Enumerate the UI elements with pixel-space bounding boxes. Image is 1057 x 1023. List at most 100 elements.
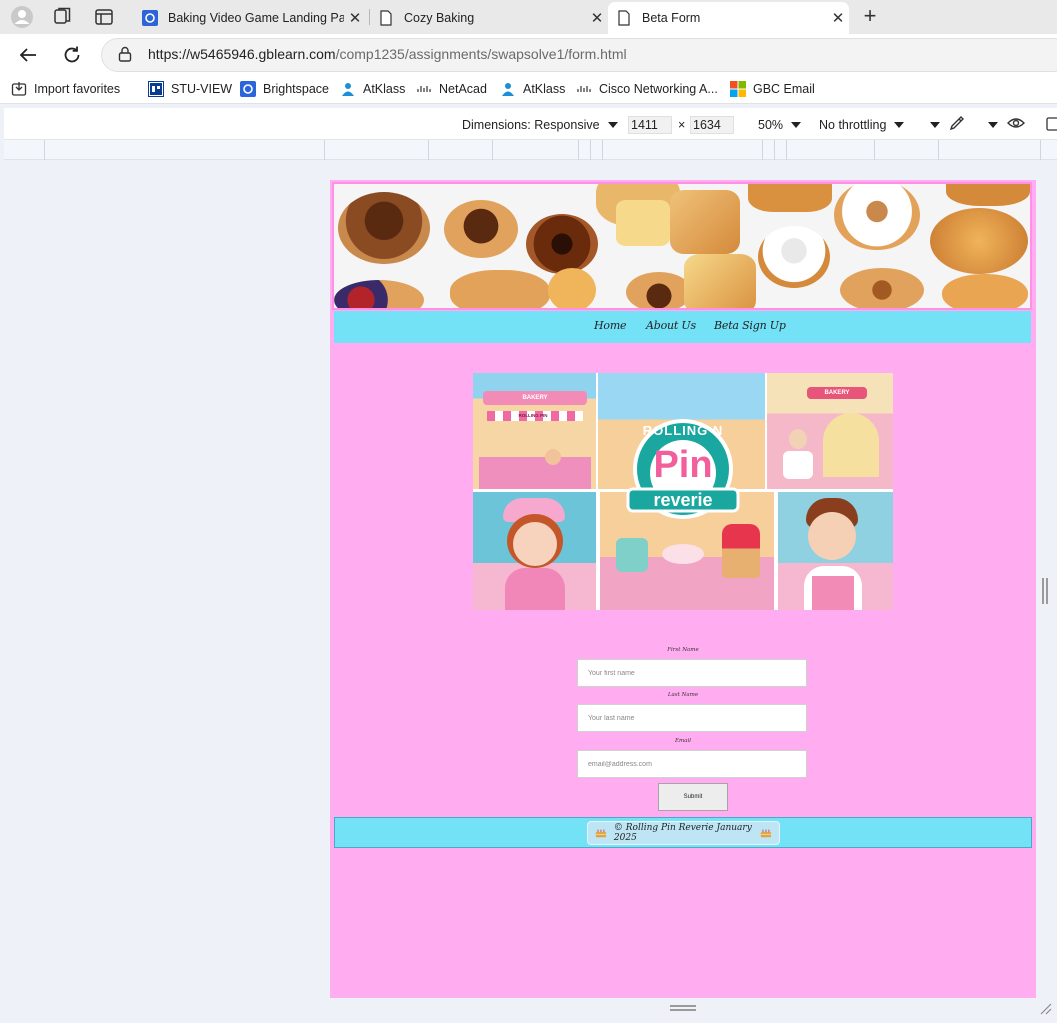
email-label: Email xyxy=(674,738,692,744)
tab-cozy-baking[interactable]: Cozy Baking ✕ xyxy=(370,2,608,34)
url-host: https://w5465946.gblearn.com xyxy=(148,46,336,62)
chevron-down-icon xyxy=(894,122,905,128)
dimensions-label: Dimensions: Responsive xyxy=(462,118,600,132)
dimensions-dropdown[interactable]: Dimensions: Responsive xyxy=(462,118,618,132)
bookmark-label: Brightspace xyxy=(263,82,330,96)
chevron-down-icon xyxy=(988,122,998,128)
vision-dropdown[interactable] xyxy=(980,118,998,132)
nav-about-us[interactable]: About Us xyxy=(646,319,696,332)
nav-beta-sign-up[interactable]: Beta Sign Up xyxy=(714,319,786,332)
bakery-sign: BAKERY xyxy=(807,387,867,399)
url-text[interactable]: https://w5465946.gblearn.com/comp1235/as… xyxy=(148,46,627,62)
sensors-dropdown[interactable] xyxy=(922,118,940,132)
chevron-down-icon xyxy=(930,122,940,128)
gbc-icon xyxy=(148,81,164,97)
zoom-label: 50% xyxy=(758,118,784,132)
device-toolbar: Dimensions: Responsive × 50% No throttli… xyxy=(4,108,1057,140)
throttling-dropdown[interactable]: No throttling xyxy=(819,118,905,132)
rolling-pin-reverie-logo: ROLLING N Pin reverie xyxy=(616,415,750,523)
bottom-resize-handle[interactable] xyxy=(670,1005,696,1011)
workspaces-icon[interactable] xyxy=(50,5,74,29)
atklass-icon xyxy=(342,83,354,96)
zoom-dropdown[interactable]: 50% xyxy=(758,118,802,132)
storefront-panel: BAKERY ROLLING PIN xyxy=(473,373,596,489)
logo-line-1: ROLLING N xyxy=(642,423,724,438)
cake-icon xyxy=(595,829,607,838)
eyedropper-icon[interactable] xyxy=(948,114,966,135)
close-tab-icon[interactable]: ✕ xyxy=(827,9,849,27)
bookmark-atklass-2[interactable]: AtKlass xyxy=(500,81,565,97)
logo-line-3: reverie xyxy=(653,490,713,510)
tab-title: Baking Video Game Landing Page xyxy=(168,11,344,25)
site-info-icon[interactable] xyxy=(117,45,133,66)
first-name-field[interactable] xyxy=(577,659,807,687)
bookmarks-bar: Import favorites STU-VIEW Brightspace At… xyxy=(0,76,1057,104)
nav-home[interactable]: Home xyxy=(594,319,627,332)
site-nav: Home About Us Beta Sign Up xyxy=(334,311,1031,343)
tab-baking-landing[interactable]: Baking Video Game Landing Page ✕ xyxy=(134,2,366,34)
last-name-field[interactable] xyxy=(577,704,807,732)
bookmark-atklass[interactable]: AtKlass xyxy=(340,81,405,97)
bakery-panel: BAKERY xyxy=(767,373,893,489)
rolling-pin-sign: ROLLING PIN xyxy=(518,413,548,418)
logo-line-2: Pin xyxy=(653,444,713,486)
bakery-sign: BAKERY xyxy=(483,391,587,405)
eye-icon[interactable] xyxy=(1006,115,1026,134)
cisco-icon xyxy=(417,86,431,92)
close-tab-icon[interactable]: ✕ xyxy=(344,9,366,27)
cisco-icon xyxy=(577,86,591,92)
close-tab-icon[interactable]: ✕ xyxy=(586,9,608,27)
width-input[interactable] xyxy=(628,116,672,134)
bookmark-label: STU-VIEW xyxy=(171,82,233,96)
footer-badge: © Rolling Pin Reverie January 2025 xyxy=(587,821,780,845)
chevron-down-icon xyxy=(607,122,618,128)
last-name-label: Last Name xyxy=(667,692,699,698)
bookmark-brightspace[interactable]: Brightspace xyxy=(240,81,329,97)
corner-resize-icon[interactable] xyxy=(1038,1001,1052,1015)
bookmark-label: NetAcad xyxy=(439,82,487,96)
media-query-ruler xyxy=(4,140,1057,160)
refresh-icon[interactable] xyxy=(60,43,84,67)
device-viewport: Home About Us Beta Sign Up BAKERY ROLLIN… xyxy=(330,180,1036,998)
url-path: /comp1235/assignments/swapsolve1/form.ht… xyxy=(335,46,627,62)
brightspace-icon xyxy=(142,10,158,26)
bookmark-label: GBC Email xyxy=(753,82,815,96)
bookmark-label: Import favorites xyxy=(34,82,121,96)
bakery-collage: BAKERY ROLLING PIN BAKERY ROLLING N Pin … xyxy=(473,373,893,610)
submit-button[interactable]: Submit xyxy=(658,783,728,811)
microsoft-icon xyxy=(730,81,746,97)
right-resize-handle[interactable] xyxy=(1042,578,1048,604)
brightspace-icon xyxy=(240,81,256,97)
atklass-icon xyxy=(502,83,514,96)
height-input[interactable] xyxy=(690,116,734,134)
bookmark-import-favorites[interactable]: Import favorites xyxy=(11,81,120,97)
tab-beta-form[interactable]: Beta Form ✕ xyxy=(608,2,849,34)
email-field[interactable] xyxy=(577,750,807,778)
bookmark-label: AtKlass xyxy=(363,82,406,96)
cake-icon xyxy=(760,829,772,838)
profile-icon[interactable] xyxy=(10,5,34,29)
tab-title: Beta Form xyxy=(642,11,701,25)
new-tab-button[interactable]: + xyxy=(858,5,882,29)
import-icon xyxy=(11,82,27,96)
chevron-down-icon xyxy=(791,122,802,128)
bookmark-stu-view[interactable]: STU-VIEW xyxy=(148,81,232,97)
bookmark-gbc-email[interactable]: GBC Email xyxy=(730,81,815,97)
page-icon xyxy=(618,10,630,26)
footer-text: © Rolling Pin Reverie January 2025 xyxy=(613,823,752,843)
more-options-icon[interactable] xyxy=(1046,116,1057,135)
tab-strip: Baking Video Game Landing Page ✕ Cozy Ba… xyxy=(0,0,1057,34)
tab-actions-icon[interactable] xyxy=(92,5,116,29)
pastry-banner xyxy=(332,182,1032,310)
bookmark-netacad[interactable]: NetAcad xyxy=(416,81,487,97)
baker-boy-panel xyxy=(778,492,893,610)
tab-title: Cozy Baking xyxy=(404,11,475,25)
site-footer: © Rolling Pin Reverie January 2025 xyxy=(334,817,1032,848)
bookmark-cisco-networking[interactable]: Cisco Networking A... xyxy=(576,81,718,97)
bookmark-label: AtKlass xyxy=(523,82,566,96)
back-icon[interactable] xyxy=(16,43,40,67)
throttling-label: No throttling xyxy=(819,118,887,132)
baker-girl-panel xyxy=(473,492,596,610)
page-icon xyxy=(380,10,392,26)
dimension-separator: × xyxy=(678,118,686,132)
